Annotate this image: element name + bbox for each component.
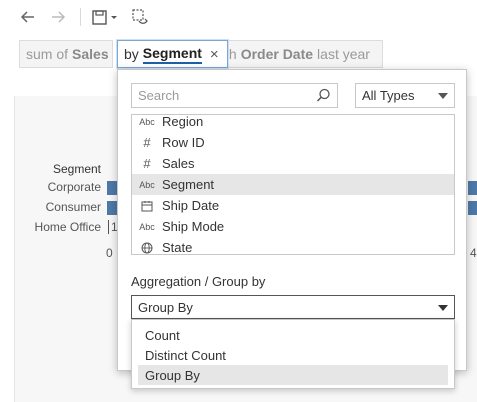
field-item-state[interactable]: State xyxy=(132,237,454,255)
agg-option-count[interactable]: Count xyxy=(138,325,448,345)
text-type-icon: Abc xyxy=(139,116,155,127)
pill-prefix: sum of xyxy=(26,46,69,62)
data-source-icon xyxy=(132,9,148,24)
aggregation-label: Aggregation / Group by xyxy=(131,274,266,289)
chevron-down-icon xyxy=(438,93,448,99)
arrow-left-icon xyxy=(20,11,34,23)
field-name: Segment xyxy=(162,177,215,192)
close-icon[interactable]: × xyxy=(210,46,219,63)
field-item-sales[interactable]: # Sales xyxy=(132,153,454,174)
save-button[interactable] xyxy=(88,5,122,29)
pill-suffix: last year xyxy=(317,46,370,62)
bar[interactable] xyxy=(107,181,117,195)
text-type-icon: Abc xyxy=(139,221,155,232)
save-icon xyxy=(92,10,117,25)
field-item-row-id[interactable]: # Row ID xyxy=(132,132,454,153)
text-type-icon: Abc xyxy=(139,179,155,190)
chart-header: Segment xyxy=(52,162,101,176)
field-name: Ship Mode xyxy=(162,219,225,234)
data-source-button[interactable] xyxy=(128,5,152,29)
bar[interactable] xyxy=(468,201,477,215)
pill-field: Order Date xyxy=(240,46,314,62)
search-box xyxy=(131,83,338,108)
phrase-pill-measure[interactable]: sum of Sales xyxy=(19,40,113,68)
field-picker-panel: All Types Abc Region # Row ID # Sales Ab… xyxy=(117,69,467,389)
field-name: Region xyxy=(162,114,204,129)
pill-prefix: by xyxy=(124,46,139,62)
phrase-pill-date-filter[interactable]: th Order Date last year xyxy=(218,40,383,68)
pill-field: Sales xyxy=(72,46,109,62)
chevron-down-icon xyxy=(438,305,448,311)
back-button[interactable] xyxy=(16,5,40,29)
pill-field: Segment xyxy=(142,45,202,64)
type-filter-select[interactable]: All Types xyxy=(355,83,455,108)
field-name: Sales xyxy=(162,156,195,171)
aggregation-select[interactable]: Group By xyxy=(131,295,455,319)
bar-label: Home Office xyxy=(34,220,101,234)
forward-button[interactable] xyxy=(46,5,70,29)
field-name: State xyxy=(162,240,193,255)
toolbar xyxy=(0,0,477,34)
phrase-pill-dimension[interactable]: by Segment × xyxy=(117,40,228,68)
axis-tick: 4 xyxy=(470,246,477,260)
axis-tick: 0 xyxy=(106,246,113,260)
phrase-bar: sum of Sales th Order Date last year by … xyxy=(14,40,477,68)
agg-option-group-by[interactable]: Group By xyxy=(138,365,448,385)
field-name: Ship Date xyxy=(162,198,220,213)
number-type-icon: # xyxy=(143,156,151,171)
agg-option-distinct-count[interactable]: Distinct Count xyxy=(138,345,448,365)
field-item-ship-mode[interactable]: Abc Ship Mode xyxy=(132,216,454,237)
search-input[interactable] xyxy=(138,88,318,103)
globe-icon xyxy=(132,242,162,254)
bar[interactable] xyxy=(107,201,117,215)
bar-label: Corporate xyxy=(47,180,101,194)
field-list: Abc Region # Row ID # Sales Abc Segment … xyxy=(131,114,455,255)
toolbar-separator xyxy=(80,8,81,26)
search-icon[interactable] xyxy=(316,88,331,103)
number-type-icon: # xyxy=(143,135,151,150)
calendar-icon xyxy=(132,200,162,212)
field-item-ship-date[interactable]: Ship Date xyxy=(132,195,454,216)
type-filter-value: All Types xyxy=(362,88,415,103)
aggregation-menu: Count Distinct Count Group By xyxy=(131,319,455,389)
arrow-right-icon xyxy=(52,11,66,23)
bar-label: Consumer xyxy=(45,200,101,214)
bar[interactable] xyxy=(468,181,477,195)
field-item-segment[interactable]: Abc Segment xyxy=(132,174,454,195)
field-item-region[interactable]: Abc Region xyxy=(132,114,454,132)
aggregation-value: Group By xyxy=(138,299,193,315)
field-name: Row ID xyxy=(162,135,205,150)
